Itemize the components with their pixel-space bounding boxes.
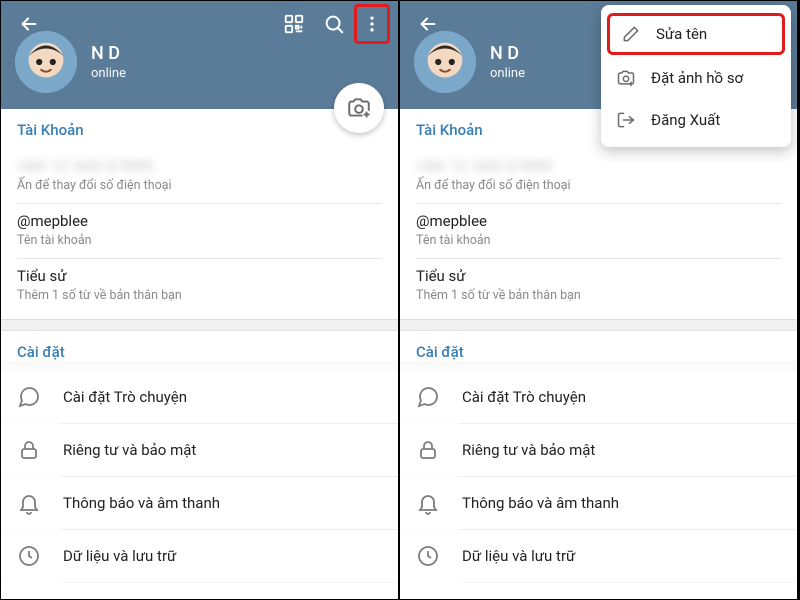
settings-item-notifications[interactable]: Thông báo và âm thanh [400,477,797,529]
settings-item-label: Dữ liệu và lưu trữ [462,547,575,565]
settings-item-label: Dữ liệu và lưu trữ [63,547,176,565]
search-icon [323,13,345,35]
settings-section: Cài đặt [400,331,797,361]
settings-item-label: Thông báo và âm thanh [462,494,619,512]
bio-label: Tiểu sử [416,267,781,285]
phone-row[interactable]: +84 12 345 67890 Ấn để thay đổi số điện … [17,149,382,203]
more-button[interactable] [354,4,390,44]
phone-value: +84 12 345 67890 [416,157,781,175]
qr-button[interactable] [274,4,314,44]
settings-item-data[interactable]: Dữ liệu và lưu trữ [400,530,797,582]
pane-left: N D online Tài Khoản +84 12 345 67890 Ấn… [1,1,400,599]
battery-icon [416,597,440,599]
bio-row[interactable]: Tiểu sử Thêm 1 số từ về bản thân bạn [416,259,781,313]
username-hint: Tên tài khoản [17,233,382,248]
camera-fab[interactable] [334,83,384,133]
menu-item-logout[interactable]: Đăng Xuất [601,99,791,141]
settings-item-data[interactable]: Dữ liệu và lưu trữ [1,530,398,582]
overflow-menu: Sửa tên Đặt ảnh hồ sơ Đăng Xuất [601,5,791,147]
pane-right: N D online Sửa tên Đặt ảnh hồ sơ Đăng Xu… [400,1,799,599]
phone-value: +84 12 345 67890 [17,157,382,175]
avatar[interactable] [414,31,476,93]
phone-hint: Ấn để thay đổi số điện thoại [17,178,382,193]
profile-block: N D online [15,31,126,93]
settings-item-power[interactable]: Tiết kiệm năng lượng [1,583,398,599]
clock-icon [17,544,41,568]
menu-item-set-photo[interactable]: Đặt ảnh hồ sơ [601,57,791,99]
menu-item-label: Đăng Xuất [651,111,720,129]
clock-icon [416,544,440,568]
settings-item-label: Thông báo và âm thanh [63,494,220,512]
bio-label: Tiểu sử [17,267,382,285]
bio-hint: Thêm 1 số từ về bản thân bạn [17,288,382,303]
username-value: @mepblee [416,212,781,230]
settings-item-label: Cài đặt Trò chuyện [462,388,586,406]
account-section: Tài Khoản +84 12 345 67890 Ấn để thay đổ… [1,109,398,319]
chat-icon [17,385,41,409]
qr-icon [283,13,305,35]
bio-row[interactable]: Tiểu sử Thêm 1 số từ về bản thân bạn [17,259,382,313]
avatar-image [414,31,476,93]
avatar[interactable] [15,31,77,93]
bell-icon [416,491,440,515]
username-hint: Tên tài khoản [416,233,781,248]
bell-icon [17,491,41,515]
settings-item-label: Riêng tư và bảo mật [63,441,196,459]
settings-item-privacy[interactable]: Riêng tư và bảo mật [400,424,797,476]
camera-add-icon [615,67,637,89]
avatar-image [15,31,77,93]
profile-name: N D [91,43,126,64]
settings-item-label: Riêng tư và bảo mật [462,441,595,459]
pencil-icon [620,23,642,45]
settings-item-chat[interactable]: Cài đặt Trò chuyện [400,371,797,423]
profile-status: online [91,66,126,81]
username-row[interactable]: @mepblee Tên tài khoản [17,204,382,258]
battery-icon [17,597,41,599]
lock-icon [416,438,440,462]
settings-item-chat[interactable]: Cài đặt Trò chuyện [1,371,398,423]
username-row[interactable]: @mepblee Tên tài khoản [416,204,781,258]
logout-icon [615,109,637,131]
menu-item-label: Đặt ảnh hồ sơ [651,69,743,87]
chat-icon [416,385,440,409]
phone-row[interactable]: +84 12 345 67890 Ấn để thay đổi số điện … [416,149,781,203]
camera-add-icon [346,95,372,121]
search-button[interactable] [314,4,354,44]
profile-block: N D online [414,31,525,93]
settings-item-power[interactable]: Tiết kiệm năng lượng [400,583,797,599]
settings-item-privacy[interactable]: Riêng tư và bảo mật [1,424,398,476]
profile-status: online [490,66,525,81]
account-title: Tài Khoản [17,121,382,139]
settings-title: Cài đặt [416,343,781,361]
settings-item-notifications[interactable]: Thông báo và âm thanh [1,477,398,529]
username-value: @mepblee [17,212,382,230]
settings-title: Cài đặt [17,343,382,361]
lock-icon [17,438,41,462]
profile-name: N D [490,43,525,64]
menu-item-label: Sửa tên [656,25,707,43]
settings-section: Cài đặt [1,331,398,361]
phone-hint: Ấn để thay đổi số điện thoại [416,178,781,193]
more-vert-icon [362,14,382,34]
settings-item-label: Cài đặt Trò chuyện [63,388,187,406]
menu-item-edit-name[interactable]: Sửa tên [607,13,785,55]
bio-hint: Thêm 1 số từ về bản thân bạn [416,288,781,303]
